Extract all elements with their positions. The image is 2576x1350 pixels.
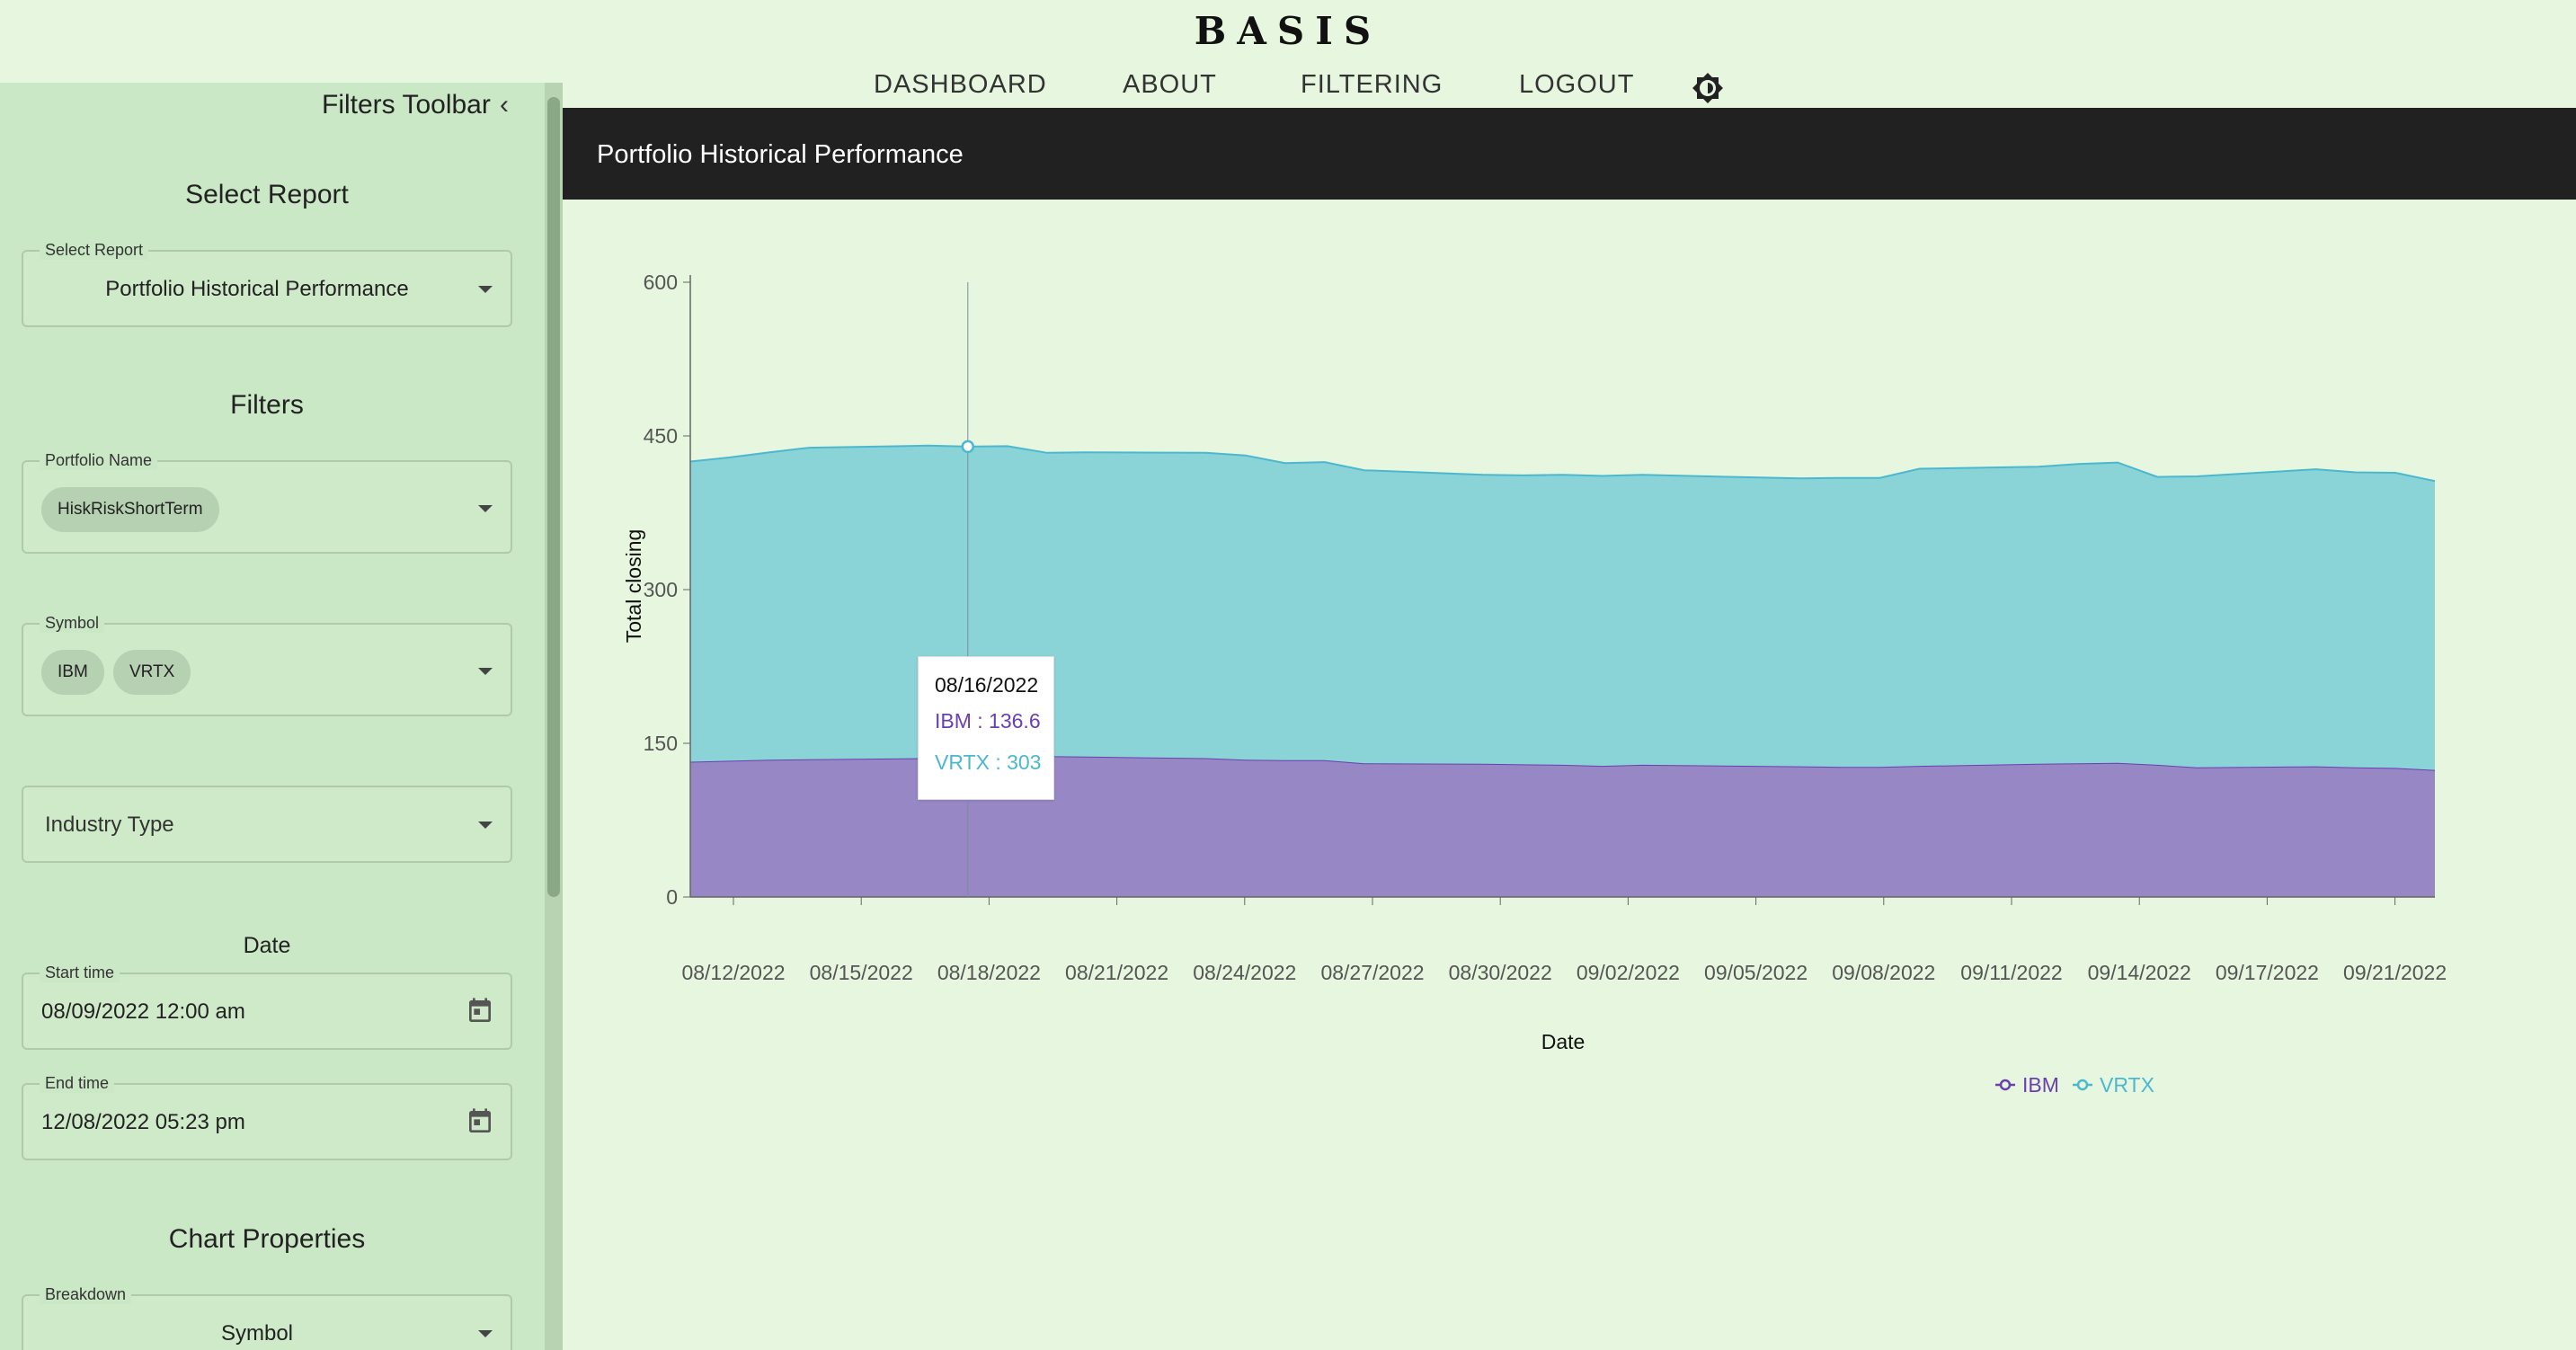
caret-down-icon <box>478 505 493 512</box>
portfolio-chip[interactable]: HiskRiskShortTerm <box>41 487 219 532</box>
breakdown-label: Breakdown <box>40 1285 132 1304</box>
industry-type-placeholder: Industry Type <box>45 813 174 837</box>
legend-label-ibm: IBM <box>2022 1073 2059 1097</box>
y-tick-label: 150 <box>644 732 678 755</box>
y-tick-label: 300 <box>644 578 678 601</box>
portfolio-name-label: Portfolio Name <box>40 451 158 470</box>
tooltip-vrtx-value: VRTX : 303 <box>935 750 1042 774</box>
portfolio-name-select[interactable]: Portfolio Name HiskRiskShortTerm <box>22 451 512 554</box>
hover-point-vrtx <box>961 440 975 454</box>
report-title: Portfolio Historical Performance <box>597 140 964 169</box>
select-report-label: Select Report <box>40 241 149 260</box>
chart-properties-heading: Chart Properties <box>168 1224 366 1254</box>
breakdown-select[interactable]: Breakdown Symbol <box>22 1285 512 1350</box>
symbol-chip-ibm[interactable]: IBM <box>41 650 104 695</box>
nav-dashboard[interactable]: DASHBOARD <box>874 70 1047 100</box>
report-title-bar: Portfolio Historical Performance <box>563 108 2576 200</box>
symbol-select[interactable]: Symbol IBM VRTX <box>22 614 512 716</box>
x-tick-label: 08/21/2022 <box>1065 961 1168 984</box>
caret-down-icon <box>478 1330 493 1337</box>
industry-type-select[interactable]: Industry Type <box>22 786 512 863</box>
select-report-dropdown[interactable]: Select Report Portfolio Historical Perfo… <box>22 241 512 327</box>
select-report-heading: Select Report <box>185 180 349 209</box>
area-chart[interactable]: 0 150 300 450 600 08/12/2022 08/15/2022 08/18/2… <box>563 200 2576 1098</box>
brightness-icon[interactable] <box>1692 72 1724 104</box>
x-tick-label: 09/02/2022 <box>1577 961 1680 984</box>
filters-heading: Filters <box>230 390 304 420</box>
legend-label-vrtx: VRTX <box>2100 1073 2154 1097</box>
x-tick-label: 09/17/2022 <box>2216 961 2319 984</box>
nav-about[interactable]: ABOUT <box>1123 70 1217 100</box>
date-heading: Date <box>243 933 291 958</box>
start-time-field[interactable]: Start time 08/09/2022 12:00 am <box>22 964 512 1050</box>
x-tick-label: 09/14/2022 <box>2088 961 2191 984</box>
x-tick-label: 08/18/2022 <box>937 961 1041 984</box>
legend-marker-vrtx <box>2076 1079 2089 1091</box>
x-tick-label: 08/27/2022 <box>1320 961 1424 984</box>
x-tick-label: 08/15/2022 <box>810 961 913 984</box>
x-tick-label: 09/05/2022 <box>1704 961 1808 984</box>
select-report-value: Portfolio Historical Performance <box>105 277 409 301</box>
sidebar-scrollbar-thumb[interactable] <box>547 97 560 897</box>
filters-toolbar-title: Filters Toolbar <box>322 90 491 120</box>
start-time-label: Start time <box>40 964 120 982</box>
y-tick-label: 600 <box>644 271 678 294</box>
chevron-left-icon[interactable]: ‹ <box>500 90 509 120</box>
y-axis-label: Total closing <box>622 529 645 644</box>
caret-down-icon <box>478 286 493 293</box>
x-tick-label: 09/08/2022 <box>1832 961 1935 984</box>
caret-down-icon <box>478 668 493 675</box>
app-logo: BASIS <box>1194 9 1382 53</box>
y-tick-label: 0 <box>666 885 678 909</box>
calendar-icon[interactable] <box>466 996 494 1026</box>
y-tick-label: 450 <box>644 424 678 448</box>
nav-filtering[interactable]: FILTERING <box>1301 70 1443 100</box>
caret-down-icon <box>478 822 493 829</box>
x-axis-label: Date <box>1541 1030 1586 1053</box>
end-time-label: End time <box>40 1074 115 1093</box>
tooltip-date: 08/16/2022 <box>935 673 1039 697</box>
calendar-icon[interactable] <box>466 1106 494 1137</box>
symbol-label: Symbol <box>40 614 105 633</box>
symbol-chip-vrtx[interactable]: VRTX <box>113 650 191 695</box>
end-time-value: 12/08/2022 05:23 pm <box>41 1110 245 1134</box>
end-time-field[interactable]: End time 12/08/2022 05:23 pm <box>22 1074 512 1160</box>
tooltip-ibm-value: IBM : 136.6 <box>935 709 1041 733</box>
x-tick-label: 09/11/2022 <box>1960 961 2062 984</box>
legend-marker-ibm <box>1999 1079 2012 1091</box>
breakdown-value: Symbol <box>220 1321 294 1346</box>
nav-logout[interactable]: LOGOUT <box>1519 70 1634 100</box>
x-tick-label: 08/12/2022 <box>681 961 785 984</box>
chart-tooltip: 08/16/2022 IBM : 136.6 VRTX : 303 <box>918 656 1054 800</box>
x-tick-label: 09/21/2022 <box>2343 961 2447 984</box>
start-time-value: 08/09/2022 12:00 am <box>41 999 245 1024</box>
x-tick-label: 08/24/2022 <box>1193 961 1296 984</box>
x-tick-label: 08/30/2022 <box>1449 961 1552 984</box>
